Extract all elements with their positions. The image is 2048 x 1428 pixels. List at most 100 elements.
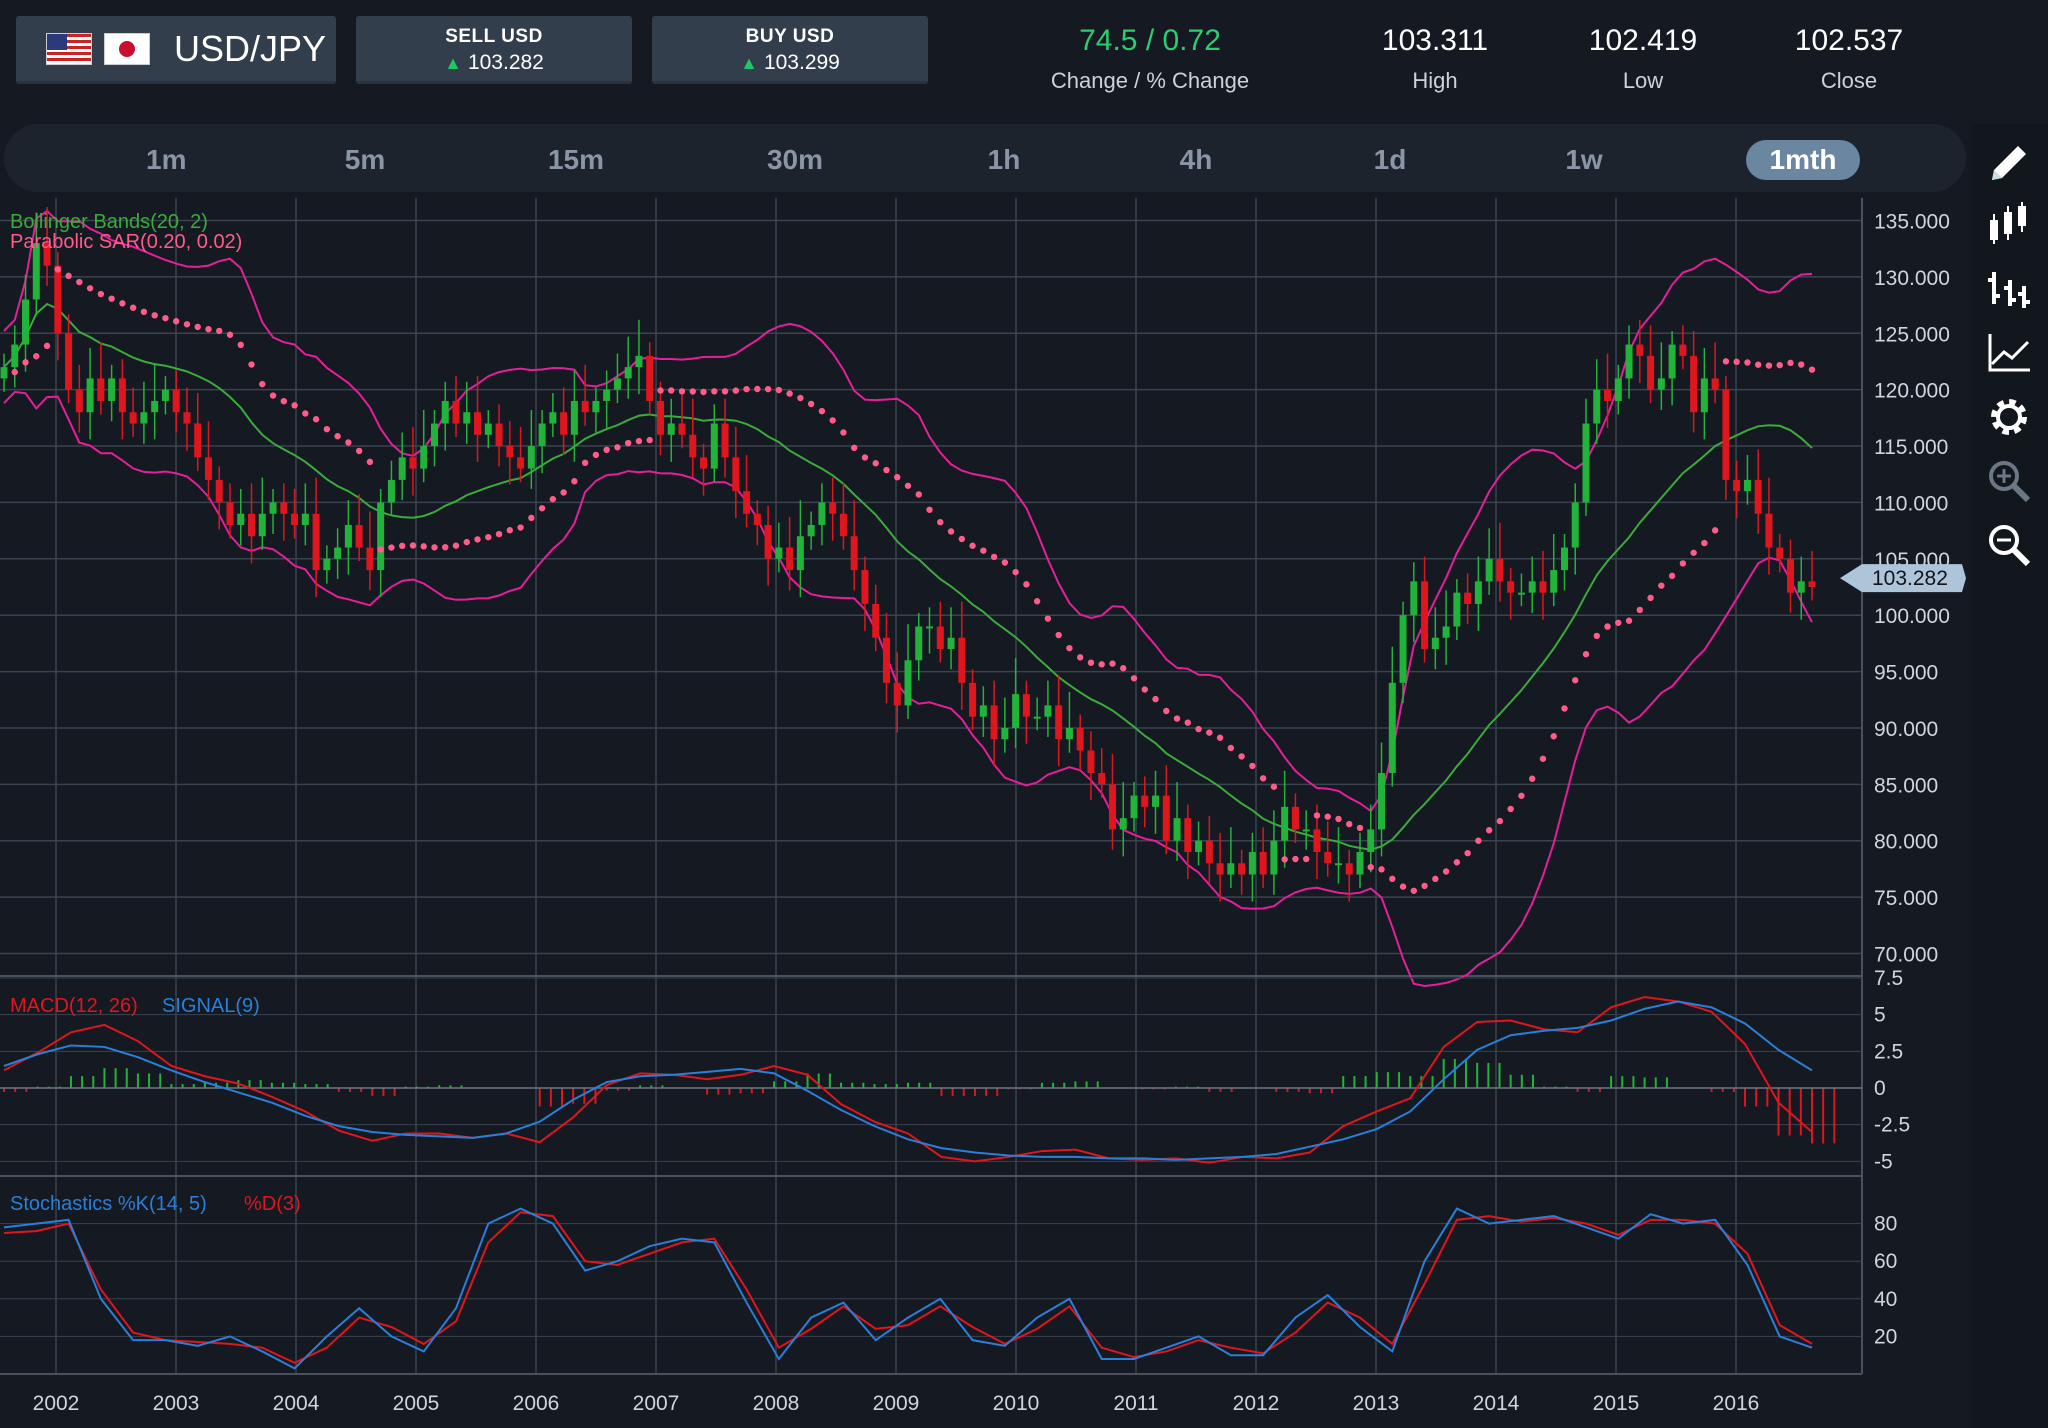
candle xyxy=(732,457,740,492)
timeframe-1m[interactable]: 1m xyxy=(146,140,186,180)
sar-dot xyxy=(668,387,675,394)
candle xyxy=(926,626,934,629)
candle xyxy=(1227,863,1235,875)
sar-dot xyxy=(216,327,223,335)
line-chart-icon[interactable] xyxy=(1986,330,2032,376)
sar-dot xyxy=(1496,817,1504,825)
candle xyxy=(1786,558,1794,593)
y-axis-tick-label: 100.000 xyxy=(1874,605,1950,628)
candlestick-icon[interactable] xyxy=(1986,202,2032,248)
sar-dot xyxy=(409,542,417,549)
candle xyxy=(1248,851,1256,875)
pencil-icon[interactable] xyxy=(1986,140,2032,186)
candle xyxy=(1593,389,1601,424)
y-axis-tick-label: 90.000 xyxy=(1874,718,1938,741)
sar-dot xyxy=(1711,527,1719,534)
candle xyxy=(1033,716,1041,719)
gear-icon[interactable] xyxy=(1986,394,2032,440)
price-tag: 103.282 xyxy=(1840,564,1966,593)
stochastics-label: Stochastics %K(14, 5) xyxy=(10,1193,207,1215)
zoom-out-icon[interactable] xyxy=(1986,522,2032,568)
sar-dot xyxy=(1033,598,1041,605)
currency-pair-selector[interactable]: USD/JPY xyxy=(16,16,336,84)
candle xyxy=(398,457,406,480)
candle xyxy=(430,423,438,447)
sar-dot xyxy=(603,446,610,454)
timeframe-15m[interactable]: 15m xyxy=(546,140,606,180)
sar-dot xyxy=(915,491,922,498)
stochastics-axis-tick-label: 80 xyxy=(1874,1213,1897,1236)
sar-dot xyxy=(678,388,686,395)
sar-dot xyxy=(129,304,137,311)
sar-dot xyxy=(1485,826,1493,834)
timeframe-1w[interactable]: 1w xyxy=(1564,140,1604,180)
candle xyxy=(54,265,62,334)
candle xyxy=(517,457,525,469)
timeframe-1h[interactable]: 1h xyxy=(984,140,1024,180)
candle xyxy=(861,570,869,604)
candle xyxy=(420,446,428,469)
sar-dot xyxy=(829,417,836,424)
timeframe-1d[interactable]: 1d xyxy=(1370,140,1410,180)
sar-dot xyxy=(958,535,966,543)
candle xyxy=(689,434,697,458)
timeframe-30m[interactable]: 30m xyxy=(762,140,828,180)
sar-dot xyxy=(1561,705,1568,712)
sar-dot xyxy=(1528,775,1536,782)
candle xyxy=(775,547,783,559)
candle xyxy=(538,423,546,447)
sar-dot xyxy=(97,290,105,298)
y-axis-tick-label: 85.000 xyxy=(1874,774,1938,797)
macd-label: MACD(12, 26) xyxy=(10,995,138,1017)
candle xyxy=(183,412,191,424)
price-chart[interactable]: 135.000 130.000 125.000 120.000 115.000 110.0… xyxy=(0,198,1972,1428)
candle xyxy=(893,682,901,706)
sar-dot xyxy=(1206,729,1213,736)
sar-dot xyxy=(248,361,255,368)
candle xyxy=(248,513,256,537)
candle xyxy=(1152,795,1160,807)
sar-label: Parabolic SAR(0.20, 0.02) xyxy=(10,231,242,253)
candle xyxy=(1012,694,1020,728)
candle xyxy=(97,378,105,401)
x-axis-tick-label: 2010 xyxy=(993,1392,1040,1415)
sar-dot xyxy=(1808,366,1816,373)
sar-dot xyxy=(226,331,234,338)
y-axis-tick-label: 125.000 xyxy=(1874,323,1950,346)
candle xyxy=(1517,592,1525,595)
candle xyxy=(151,400,159,413)
candle xyxy=(850,536,858,571)
candle xyxy=(441,400,449,424)
sar-dot xyxy=(926,506,933,513)
sar-dot xyxy=(721,388,729,395)
sar-dot xyxy=(442,543,449,551)
sar-dot xyxy=(700,388,707,396)
candle xyxy=(280,502,288,514)
timeframe-5m[interactable]: 5m xyxy=(340,140,390,180)
timeframe-4h[interactable]: 4h xyxy=(1176,140,1216,180)
sar-dot xyxy=(818,407,826,415)
zoom-in-icon[interactable] xyxy=(1986,458,2032,504)
sell-button[interactable]: SELL USD ▲ 103.282 xyxy=(356,16,632,84)
sar-dot xyxy=(1335,815,1342,823)
change-value: 74.5 / 0.72 xyxy=(1079,24,1221,57)
x-axis-tick-label: 2016 xyxy=(1713,1392,1760,1415)
bars-icon[interactable] xyxy=(1986,266,2032,312)
candle xyxy=(366,547,374,571)
timeframe-1mth[interactable]: 1mth xyxy=(1746,140,1860,180)
sar-dot xyxy=(990,553,998,561)
sar-dot xyxy=(872,460,879,467)
sar-dot xyxy=(1754,361,1762,368)
sar-dot xyxy=(1776,361,1783,369)
sar-dot xyxy=(969,542,976,549)
sar-dot xyxy=(420,543,427,550)
candle xyxy=(1679,344,1687,356)
sar-dot xyxy=(754,385,761,393)
buy-button[interactable]: BUY USD ▲ 103.299 xyxy=(652,16,928,84)
x-axis-tick-label: 2014 xyxy=(1473,1392,1520,1415)
sar-dot xyxy=(506,527,514,534)
sar-dot xyxy=(1701,539,1708,547)
candle xyxy=(1485,558,1493,582)
sar-dot xyxy=(1076,654,1084,661)
sar-dot xyxy=(1399,883,1407,890)
